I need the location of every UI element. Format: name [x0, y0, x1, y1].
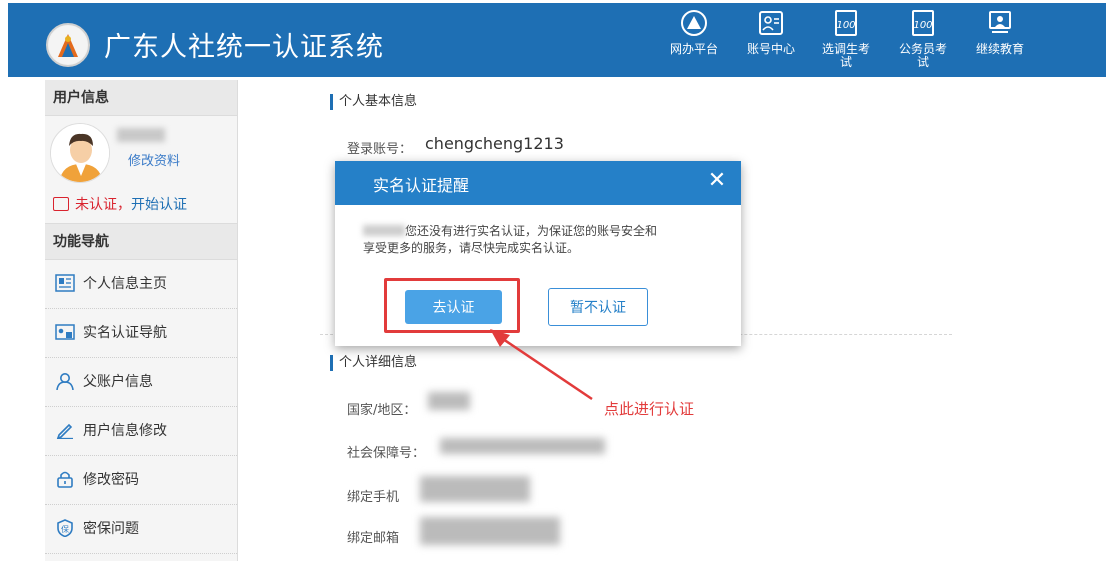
sidebar-item-security-question[interactable]: 保 密保问题: [45, 505, 237, 554]
sidebar-item-personal-home[interactable]: 个人信息主页: [45, 260, 237, 309]
svg-text:100: 100: [836, 20, 855, 31]
nav-selection-exam-label: 选调生考试: [821, 42, 870, 69]
sidebar: 用户信息 修改资料 未认证，开始认证 功能导航 个人信息主页 实名认证导航 父账…: [45, 80, 238, 561]
sidebar-item-change-password[interactable]: 修改密码: [45, 456, 237, 505]
close-icon[interactable]: ✕: [705, 168, 729, 193]
username-redacted: [117, 128, 165, 142]
login-account-label: 登录账号：: [347, 142, 413, 157]
sidebar-item-label: 密保问题: [83, 521, 139, 537]
account-icon: [759, 11, 783, 35]
portal-icon: [681, 10, 707, 36]
email-value-redacted: [420, 517, 560, 545]
svg-text:保: 保: [61, 524, 69, 534]
annotation-text: 点此进行认证: [604, 400, 695, 418]
annotation-arrow-icon: [490, 329, 593, 401]
skip-verify-button[interactable]: 暂不认证: [548, 288, 648, 326]
pencil-icon: [56, 423, 73, 439]
sidebar-item-label: 父账户信息: [83, 374, 153, 390]
sidebar-item-label: 修改密码: [83, 472, 139, 488]
sidebar-item-parent-account[interactable]: 父账户信息: [45, 358, 237, 407]
username-redacted: [363, 225, 405, 236]
sidebar-item-label: 实名认证导航: [83, 325, 167, 341]
site-title: 广东人社统一认证系统: [104, 32, 384, 63]
verify-card-icon: [55, 324, 75, 340]
detail-info-heading: 个人详细信息: [330, 355, 417, 371]
sidebar-item-verify-nav[interactable]: 实名认证导航: [45, 309, 237, 358]
sidebar-item-label: 个人信息主页: [83, 276, 167, 292]
nav-account-label: 账号中心: [746, 42, 795, 56]
user-info-heading: 用户信息: [45, 80, 237, 116]
logo-icon: [46, 23, 90, 67]
nav-heading: 功能导航: [45, 224, 237, 260]
unverified-card-icon: [53, 197, 69, 211]
start-auth-link[interactable]: 开始认证: [131, 197, 187, 213]
svg-text:100: 100: [913, 20, 932, 31]
exam-icon: 100: [835, 10, 857, 36]
edit-profile-link[interactable]: 修改资料: [128, 150, 180, 169]
nav-civil-exam[interactable]: 100 公务员考试: [887, 3, 959, 77]
phone-value-redacted: [420, 476, 530, 502]
sidebar-item-label: 用户信息修改: [83, 423, 167, 439]
basic-info-heading: 个人基本信息: [330, 94, 417, 110]
auth-status-text: 未认证，: [75, 197, 131, 213]
dialog-header: 实名认证提醒 ✕: [335, 161, 741, 205]
education-icon: [989, 11, 1011, 33]
dialog-message-line2: 享受更多的服务，请尽快完成实名认证。: [363, 241, 580, 255]
ssn-label: 社会保障号：: [347, 446, 426, 461]
id-card-icon: [55, 274, 75, 292]
user-icon: [56, 373, 74, 390]
nav-portal[interactable]: 网办平台: [658, 3, 730, 77]
nav-education[interactable]: 继续教育: [964, 3, 1036, 77]
phone-label: 绑定手机: [347, 490, 400, 505]
email-label: 绑定邮箱: [347, 531, 400, 546]
sidebar-item-edit-user-info[interactable]: 用户信息修改: [45, 407, 237, 456]
ssn-value-redacted: [440, 438, 605, 454]
avatar: [50, 123, 110, 183]
nav-account-center[interactable]: 账号中心: [735, 3, 807, 77]
country-label: 国家/地区：: [347, 403, 417, 418]
nav-civil-exam-label: 公务员考试: [898, 42, 947, 69]
nav-portal-label: 网办平台: [669, 42, 718, 56]
auth-status-row: 未认证，开始认证: [53, 194, 187, 214]
top-header: 广东人社统一认证系统 网办平台 账号中心 100 选调生考试 100 公务员考试: [8, 3, 1106, 77]
shield-icon: 保: [57, 519, 73, 537]
nav-selection-exam[interactable]: 100 选调生考试: [810, 3, 882, 77]
dialog-message-line1: 您还没有进行实名认证，为保证您的账号安全和: [405, 224, 658, 238]
dialog-title: 实名认证提醒: [373, 176, 470, 195]
user-card: 修改资料 未认证，开始认证: [45, 116, 237, 224]
login-account-value: chengcheng1213: [425, 134, 564, 153]
country-value-redacted: [428, 392, 470, 410]
dialog-message: 您还没有进行实名认证，为保证您的账号安全和 享受更多的服务，请尽快完成实名认证。: [363, 223, 713, 257]
lock-icon: [57, 471, 73, 488]
nav-education-label: 继续教育: [975, 42, 1024, 56]
exam-icon: 100: [912, 10, 934, 36]
